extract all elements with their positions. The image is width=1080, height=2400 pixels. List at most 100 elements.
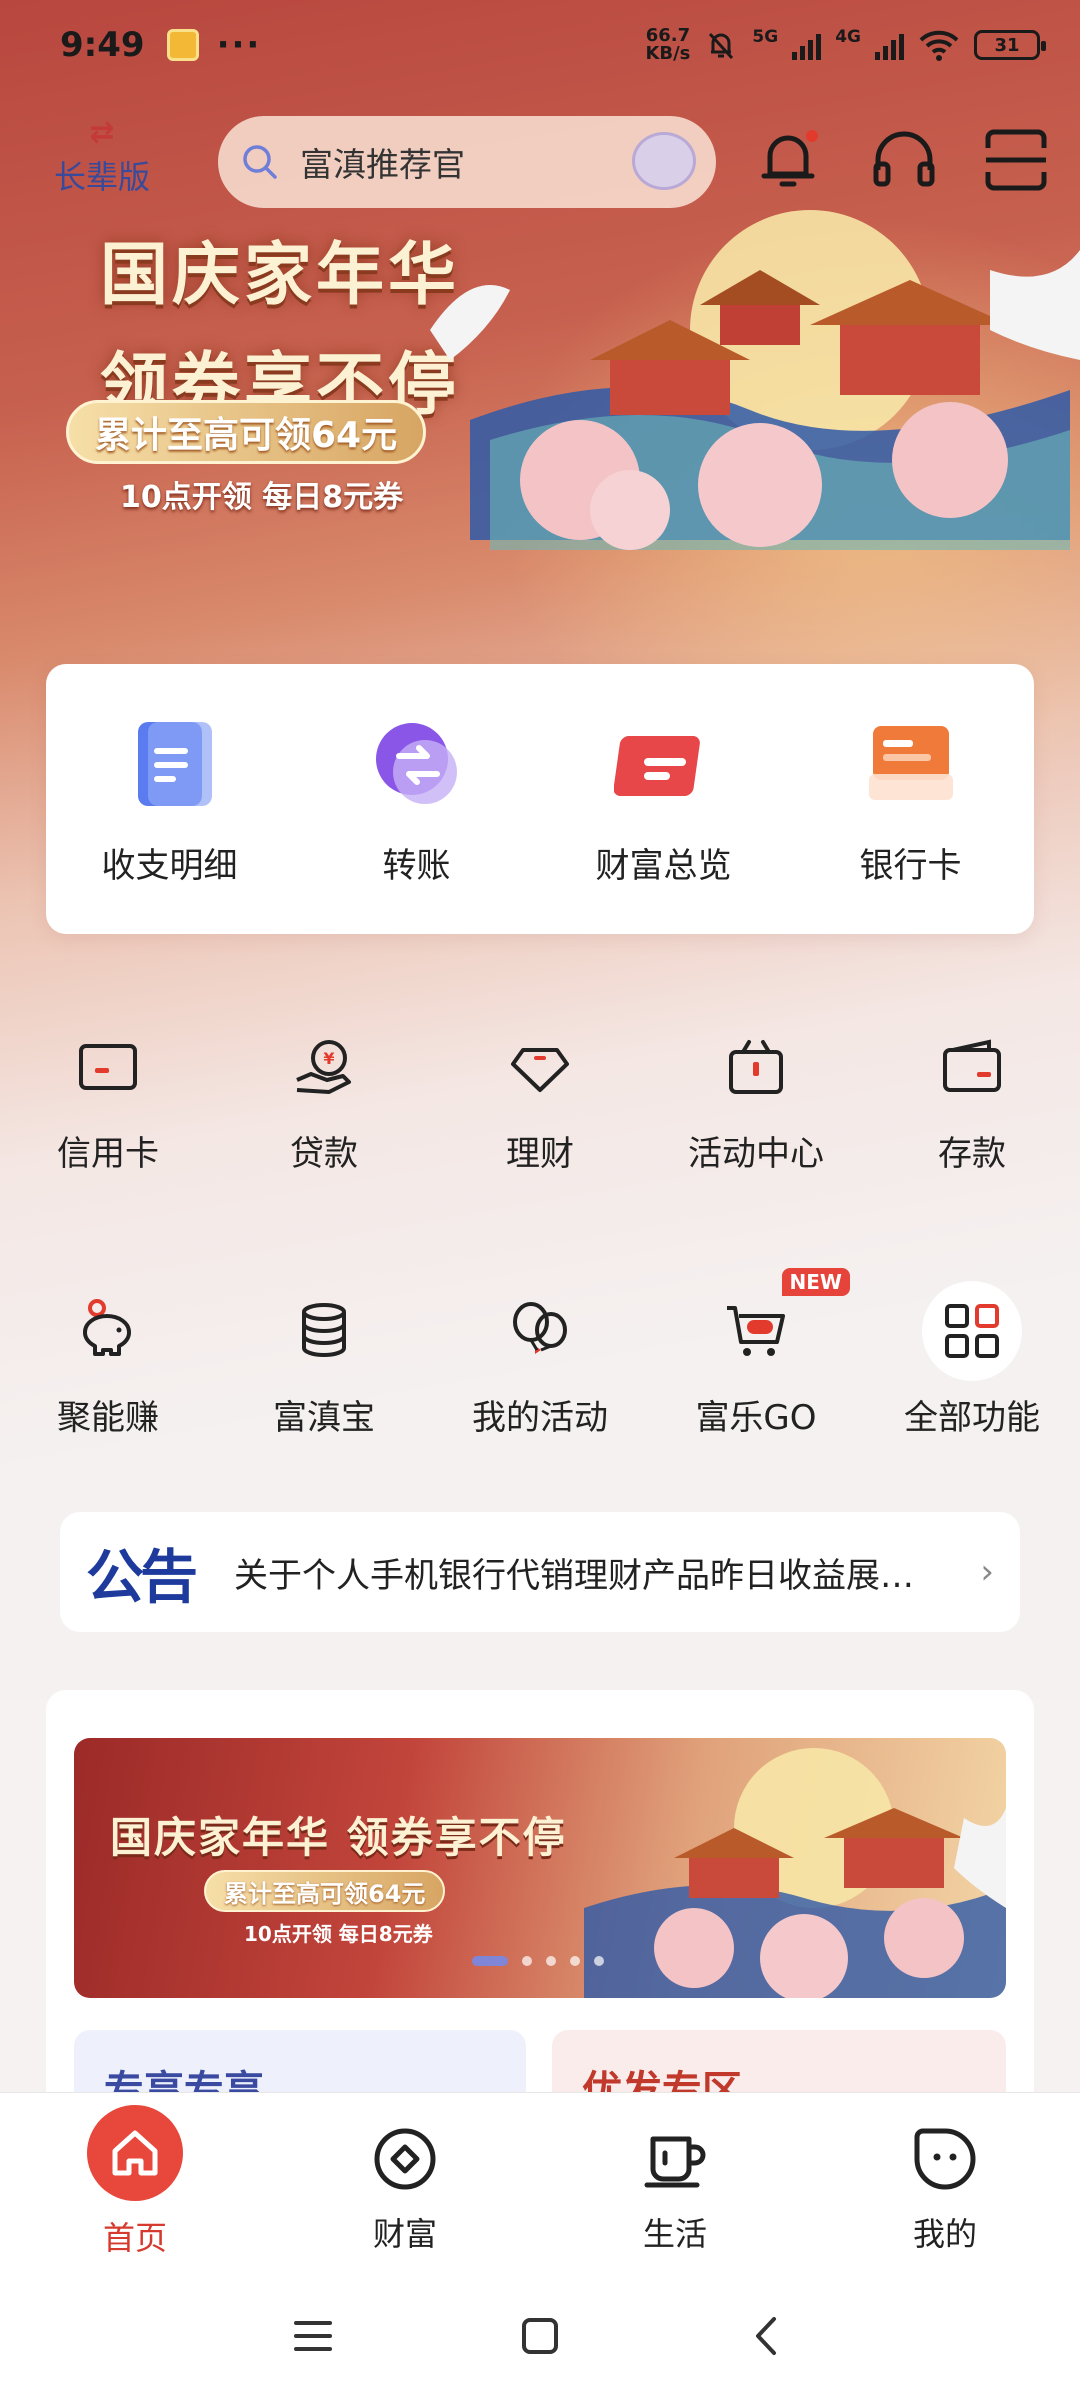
coffee-cup-icon xyxy=(644,2136,706,2188)
loan-icon: ¥ xyxy=(296,1040,351,1094)
hero-banner[interactable]: 国庆家年华 领券享不停 累计至高可领64元 10点开领 每日8元券 xyxy=(0,210,1080,650)
signal-5g-label: 5G xyxy=(752,27,779,47)
status-bar: 9:49 ··· 66.7 KB/s 5G 4G 31 xyxy=(0,0,1080,90)
wealth-icon xyxy=(374,2128,436,2190)
announcement-logo: 公告 xyxy=(86,1543,198,1611)
customer-service-icon[interactable] xyxy=(868,124,940,196)
grid-item-label: 我的活动 xyxy=(472,1398,608,1438)
coins-icon xyxy=(302,1303,346,1357)
status-time: 9:49 xyxy=(60,25,145,65)
nav-wealth[interactable]: 财富 xyxy=(270,2093,540,2272)
grid-item-wealth-management[interactable]: 理财 xyxy=(440,1034,640,1175)
chevron-right-icon: › xyxy=(980,1552,994,1592)
shopping-cart-icon xyxy=(727,1306,785,1356)
search-placeholder: 富滇推荐官 xyxy=(300,145,465,184)
diamond-icon xyxy=(511,1048,569,1092)
bank-card-icon xyxy=(868,726,953,800)
elder-mode-label: 长辈版 xyxy=(53,158,150,196)
announcement-bar[interactable]: 公告 关于个人手机银行代销理财产品昨日收益展… › xyxy=(60,1512,1020,1632)
quick-action-statement[interactable]: 收支明细 xyxy=(46,664,293,887)
grid-item-label: 富乐GO xyxy=(695,1398,817,1438)
quick-action-label: 银行卡 xyxy=(859,846,962,886)
system-navigation-bar xyxy=(0,2272,1080,2400)
gift-icon xyxy=(729,1040,783,1094)
palace-illustration-small xyxy=(584,1748,1006,1998)
grid-item-label: 存款 xyxy=(938,1134,1006,1174)
profile-face-icon xyxy=(914,2128,976,2190)
nav-life[interactable]: 生活 xyxy=(540,2093,810,2272)
signal-5g-icon xyxy=(792,30,822,60)
promo-carousel[interactable]: 国庆家年华 领券享不停 累计至高可领64元 10点开领 每日8元券 xyxy=(74,1738,1006,1998)
scan-icon[interactable] xyxy=(980,124,1052,196)
grid-item-fulego[interactable]: NEW 富乐GO xyxy=(656,1268,856,1439)
wealth-overview-icon xyxy=(613,736,700,796)
elder-mode-toggle[interactable]: ⇄ 长辈版 xyxy=(52,118,152,198)
search-bar[interactable]: 富滇推荐官 xyxy=(218,116,716,208)
quick-action-wealth-overview[interactable]: 财富总览 xyxy=(540,664,787,887)
grid-item-label: 信用卡 xyxy=(57,1134,159,1174)
grid-item-label: 富滇宝 xyxy=(273,1398,375,1438)
menu-icon[interactable] xyxy=(288,2311,338,2361)
grid-item-activity-center[interactable]: 活动中心 xyxy=(656,1034,856,1175)
grid-item-fudianbao[interactable]: 富滇宝 xyxy=(224,1298,424,1439)
grid-item-label: 聚能赚 xyxy=(57,1398,159,1438)
balloon-icon xyxy=(513,1302,567,1354)
notification-app-icon xyxy=(166,29,199,61)
switch-arrows-icon: ⇄ xyxy=(89,115,115,150)
nav-profile[interactable]: 我的 xyxy=(810,2093,1080,2272)
promo-subtitle: 10点开领 每日8元券 xyxy=(244,1922,433,1946)
quick-action-label: 收支明细 xyxy=(101,846,238,886)
grid-item-label: 贷款 xyxy=(290,1134,358,1174)
grid-icon xyxy=(945,1304,999,1358)
grid-item-credit-card[interactable]: 信用卡 xyxy=(8,1034,208,1175)
network-speed: 66.7 KB/s xyxy=(645,27,690,63)
new-badge: NEW xyxy=(781,1268,850,1296)
home-square-icon[interactable] xyxy=(515,2311,565,2361)
banner-subtitle: 10点开领 每日8元券 xyxy=(120,480,404,515)
notification-dot xyxy=(806,130,818,142)
piggy-bank-icon xyxy=(83,1299,131,1356)
grid-item-loan[interactable]: ¥ 贷款 xyxy=(224,1034,424,1175)
back-icon[interactable] xyxy=(742,2311,792,2361)
monkey-mascot-icon[interactable] xyxy=(632,132,696,190)
more-notifications-icon: ··· xyxy=(216,25,262,65)
nav-label: 财富 xyxy=(372,2215,437,2253)
transfer-icon xyxy=(375,723,457,804)
function-grid-row-2: 聚能赚 富滇宝 我的活动 NEW 富乐GO 全部功能 xyxy=(0,1268,1080,1439)
function-grid-row-1: 信用卡 ¥ 贷款 理财 活动中心 存款 xyxy=(0,1034,1080,1175)
grid-item-deposit[interactable]: 存款 xyxy=(872,1034,1072,1175)
promo-coupon-pill: 累计至高可领64元 xyxy=(204,1870,446,1912)
bottom-navigation: 首页 财富 生活 我的 xyxy=(0,2092,1080,2272)
quick-action-label: 转账 xyxy=(382,846,451,886)
grid-item-my-activities[interactable]: 我的活动 xyxy=(440,1298,640,1439)
quick-action-bank-card[interactable]: 银行卡 xyxy=(787,664,1034,887)
grid-item-label: 活动中心 xyxy=(688,1134,824,1174)
quick-action-transfer[interactable]: 转账 xyxy=(293,664,540,887)
wifi-icon xyxy=(919,30,959,61)
grid-item-all-functions[interactable]: 全部功能 xyxy=(872,1281,1072,1439)
status-indicators: 66.7 KB/s 5G 4G 31 xyxy=(645,27,1046,63)
home-icon xyxy=(87,2105,183,2201)
promo-title: 国庆家年华 领券享不停 xyxy=(110,1813,567,1862)
nav-label: 首页 xyxy=(102,2219,167,2257)
mute-bell-icon xyxy=(709,32,734,60)
carousel-dot-active xyxy=(472,1956,508,1966)
grid-item-juneng[interactable]: 聚能赚 xyxy=(8,1298,208,1439)
carousel-dot xyxy=(522,1956,532,1966)
nav-home[interactable]: 首页 xyxy=(0,2093,270,2272)
carousel-dot xyxy=(594,1956,604,1966)
quick-action-label: 财富总览 xyxy=(595,846,732,886)
svg-text:¥: ¥ xyxy=(323,1049,334,1068)
statement-icon xyxy=(137,722,212,806)
announcement-text: 关于个人手机银行代销理财产品昨日收益展… xyxy=(234,1555,915,1596)
signal-4g-icon xyxy=(875,30,904,60)
carousel-indicator xyxy=(472,1956,604,1966)
quick-actions-card: 收支明细 转账 财富总览 银行卡 xyxy=(46,664,1034,934)
banner-title-line1: 国庆家年华 xyxy=(100,235,461,315)
search-icon xyxy=(243,145,277,179)
all-functions-bg xyxy=(922,1281,1022,1381)
carousel-dot xyxy=(546,1956,556,1966)
signal-4g-label: 4G xyxy=(835,27,861,47)
credit-card-icon xyxy=(79,1044,137,1090)
battery-icon: 31 xyxy=(974,30,1046,60)
